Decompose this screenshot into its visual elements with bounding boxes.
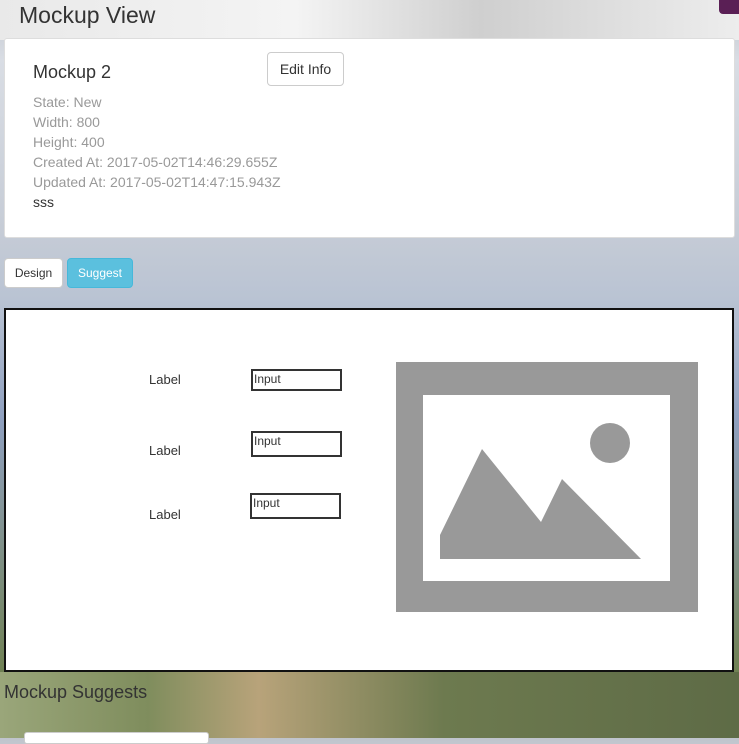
mockup-updated-at: Updated At: 2017-05-02T14:47:15.943Z (33, 174, 281, 190)
edit-info-button[interactable]: Edit Info (267, 52, 344, 86)
mockup-canvas[interactable]: Label Input Label Input Label Input (4, 308, 734, 672)
canvas-label: Label (149, 443, 181, 458)
corner-badge[interactable] (719, 0, 739, 14)
suggest-card[interactable] (24, 732, 209, 744)
canvas-label: Label (149, 507, 181, 522)
suggest-tab[interactable]: Suggest (67, 258, 133, 288)
mockup-description: sss (33, 194, 54, 210)
page-title: Mockup View (19, 2, 156, 28)
mockup-created-at: Created At: 2017-05-02T14:46:29.655Z (33, 154, 278, 170)
mockup-name: Mockup 2 (33, 62, 112, 82)
image-placeholder-icon[interactable] (396, 362, 698, 612)
canvas-input[interactable]: Input (250, 493, 341, 519)
mockup-width: Width: 800 (33, 114, 100, 130)
canvas-input[interactable]: Input (251, 431, 342, 457)
mockup-suggests-title: Mockup Suggests (4, 682, 148, 702)
canvas-label: Label (149, 372, 181, 387)
mockup-state: State: New (33, 94, 102, 110)
canvas-input[interactable]: Input (251, 369, 342, 391)
mockup-height: Height: 400 (33, 134, 105, 150)
design-tab[interactable]: Design (4, 258, 63, 288)
mockup-info-card: Mockup 2 Edit Info State: New Width: 800… (4, 38, 735, 238)
